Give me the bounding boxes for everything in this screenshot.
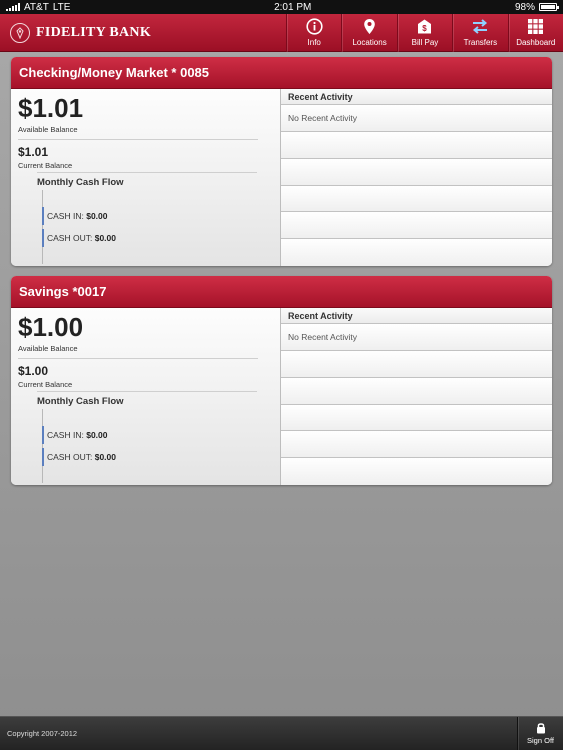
cash-flow-axis [42,190,43,264]
available-balance-label: Available Balance [18,125,78,134]
cash-out-value: $0.00 [94,452,116,462]
bank-seal-icon [10,22,30,43]
sign-off-button[interactable]: Sign Off [517,716,563,750]
svg-text:$: $ [423,24,428,33]
divider [37,172,257,173]
battery-icon [538,3,559,11]
account-body: $1.00 Available Balance $1.00 Current Ba… [11,308,552,485]
nav-locations-button[interactable]: Locations [341,13,396,52]
account-name[interactable]: Checking/Money Market * 0085 [11,57,552,89]
recent-activity-panel: Recent Activity No Recent Activity [281,89,552,266]
cash-out-label: CASH OUT: [47,452,93,462]
bank-name: FIDELITY BANK [36,24,152,40]
cash-in-row: CASH IN: $0.00 [42,207,108,225]
balance-panel: $1.01 Available Balance $1.01 Current Ba… [11,89,281,266]
recent-activity-row [281,431,552,459]
status-bar-right: 98% [514,1,559,13]
account-body: $1.01 Available Balance $1.01 Current Ba… [11,89,552,266]
transfer-arrows-icon [473,19,488,34]
recent-activity-row [281,351,552,378]
divider [18,139,258,140]
recent-activity-title: Recent Activity [281,308,552,324]
cash-out-row: CASH OUT: $0.00 [42,448,116,466]
recent-activity-title: Recent Activity [281,89,552,105]
cash-in-label: CASH IN: [47,211,84,221]
status-time: 2:01 PM [274,1,312,13]
app-footer: Copyright 2007-2012 Sign Off [0,716,563,750]
bill-pay-icon: $ [418,19,432,34]
recent-activity-row [281,404,552,432]
nav-transfers-label: Transfers [463,38,498,47]
nav-bill-pay-label: Bill Pay [411,38,439,47]
cash-out-row: CASH OUT: $0.00 [42,229,116,247]
header-nav: Info Locations $ Bill Pay Transfers Dash… [286,13,563,52]
recent-activity-panel: Recent Activity No Recent Activity [281,308,552,485]
divider [37,391,257,392]
carrier-name: AT&T [24,1,49,13]
account-card-savings[interactable]: Savings *0017 $1.00 Available Balance $1… [11,276,552,485]
current-balance-value: $1.01 [18,145,49,159]
current-balance-label: Current Balance [18,380,73,389]
signal-strength-icon [6,3,20,11]
nav-locations-label: Locations [352,38,387,47]
nav-transfers-button[interactable]: Transfers [452,13,507,52]
location-pin-icon [364,19,375,34]
account-card-checking[interactable]: Checking/Money Market * 0085 $1.01 Avail… [11,57,552,266]
recent-activity-row [281,377,552,405]
current-balance-label: Current Balance [18,161,73,170]
balance-panel: $1.00 Available Balance $1.00 Current Ba… [11,308,281,485]
divider [18,358,258,359]
available-balance-value: $1.01 [18,93,84,123]
grid-icon [528,19,544,34]
battery-fill [540,5,555,9]
recent-activity-row: No Recent Activity [281,105,552,132]
copyright-text: Copyright 2007-2012 [7,729,78,738]
nav-bill-pay-button[interactable]: $ Bill Pay [396,13,452,52]
cash-flow-axis [42,409,43,483]
recent-activity-row [281,212,552,240]
nav-dashboard-button[interactable]: Dashboard [507,13,563,52]
nav-info-button[interactable]: Info [286,13,341,52]
cash-in-label: CASH IN: [47,430,84,440]
recent-activity-row [281,239,552,266]
bank-logo: FIDELITY BANK [0,22,286,43]
nav-info-label: Info [307,38,321,47]
recent-activity-row [281,185,552,213]
app-header: FIDELITY BANK Info Locations $ Bill Pay … [0,13,563,52]
battery-percent: 98% [514,1,535,13]
info-icon [306,18,323,35]
available-balance-label: Available Balance [18,344,78,353]
cash-in-value: $0.00 [86,211,108,221]
lock-icon [536,723,545,734]
status-bar-left: AT&T LTE [6,2,70,13]
cash-flow-title: Monthly Cash Flow [37,396,124,407]
current-balance-value: $1.00 [18,364,49,378]
cash-out-label: CASH OUT: [47,233,93,243]
cash-flow-title: Monthly Cash Flow [37,177,124,188]
account-name[interactable]: Savings *0017 [11,276,552,308]
status-bar: AT&T LTE 2:01 PM 98% [0,0,563,14]
network-type: LTE [52,1,71,13]
cash-in-value: $0.00 [86,430,108,440]
recent-activity-row [281,132,552,159]
available-balance-value: $1.00 [18,312,84,342]
recent-activity-row: No Recent Activity [281,324,552,351]
recent-activity-row [281,458,552,485]
nav-dashboard-label: Dashboard [516,38,556,47]
recent-activity-row [281,158,552,186]
cash-in-row: CASH IN: $0.00 [42,426,108,444]
cash-out-value: $0.00 [94,233,116,243]
sign-off-label: Sign Off [527,736,554,745]
